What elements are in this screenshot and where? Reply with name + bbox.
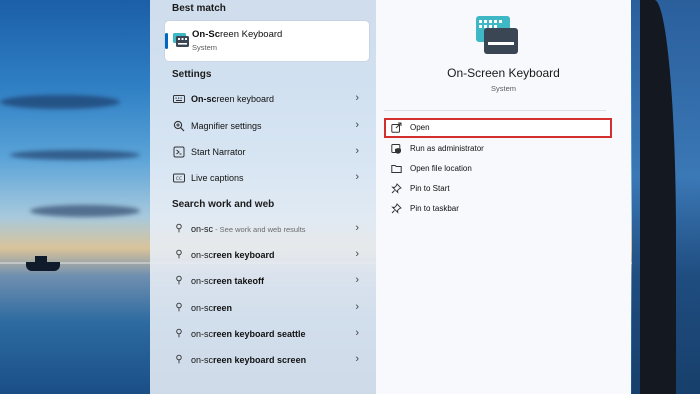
settings-item-label: Magnifier settings — [191, 121, 262, 131]
pin-to-start-action[interactable]: Pin to Start — [384, 179, 612, 199]
app-detail-type: System — [490, 84, 516, 93]
open-file-location-action[interactable]: Open file location — [384, 159, 612, 179]
chevron-right-icon: › — [355, 327, 359, 339]
run-as-administrator-action[interactable]: Run as administrator — [384, 139, 612, 159]
settings-item-narrator[interactable]: Start Narrator › — [165, 141, 369, 165]
settings-item-label: On-screen keyboard — [191, 94, 275, 104]
cloud — [10, 150, 140, 160]
settings-item-live-captions[interactable]: CC Live captions › — [165, 167, 369, 191]
web-result-item[interactable]: ⚲ on-screen keyboard screen › — [165, 349, 369, 373]
web-result-label: on-screen keyboard screen — [191, 355, 307, 365]
best-match-name: On-Screen Keyboard — [192, 29, 283, 40]
magnifier-icon — [173, 120, 185, 132]
cloud — [30, 205, 140, 217]
search-icon: ⚲ — [175, 302, 183, 313]
web-result-label: on-sc - See work and web results — [191, 224, 306, 234]
open-action[interactable]: Open — [384, 118, 612, 138]
web-result-label: on-screen keyboard seattle — [191, 329, 306, 339]
keyboard-icon — [173, 95, 185, 103]
chevron-right-icon: › — [355, 119, 359, 131]
pin-icon — [391, 183, 402, 194]
shield-admin-icon — [391, 144, 401, 154]
folder-icon — [391, 165, 402, 173]
open-file-location-label: Open file location — [410, 164, 472, 173]
web-result-label: on-screen keyboard — [191, 250, 275, 260]
chevron-right-icon: › — [355, 353, 359, 365]
search-icon: ⚲ — [175, 328, 183, 339]
chevron-right-icon: › — [355, 222, 359, 234]
best-match-heading: Best match — [172, 3, 226, 14]
web-result-item[interactable]: ⚲ on-sc - See work and web results › — [165, 218, 369, 242]
web-result-item[interactable]: ⚲ on-screen keyboard seattle › — [165, 323, 369, 347]
settings-item-magnifier[interactable]: Magnifier settings › — [165, 115, 369, 139]
on-screen-keyboard-icon — [173, 33, 189, 47]
web-result-label: on-screen — [191, 303, 233, 313]
chevron-right-icon: › — [355, 301, 359, 313]
web-result-label: on-screen takeoff — [191, 276, 265, 286]
selection-indicator — [165, 33, 168, 49]
best-match-type: System — [192, 43, 218, 52]
captions-icon: CC — [173, 173, 185, 183]
pin-icon — [391, 203, 402, 214]
search-icon: ⚲ — [175, 249, 183, 260]
open-action-label: Open — [410, 123, 430, 132]
run-as-administrator-label: Run as administrator — [410, 144, 484, 153]
cloud — [0, 95, 120, 109]
web-result-item[interactable]: ⚲ on-screen takeoff › — [165, 270, 369, 294]
boat-silhouette — [26, 256, 60, 271]
svg-text:CC: CC — [176, 176, 182, 182]
web-result-item[interactable]: ⚲ on-screen keyboard › — [165, 244, 369, 268]
divider — [384, 110, 606, 111]
chevron-right-icon: › — [355, 171, 359, 183]
chevron-right-icon: › — [355, 274, 359, 286]
best-match-result[interactable]: On-Screen Keyboard System — [165, 21, 369, 61]
search-icon: ⚲ — [175, 223, 183, 234]
settings-heading: Settings — [172, 69, 212, 80]
chevron-right-icon: › — [355, 145, 359, 157]
settings-item-label: Start Narrator — [191, 147, 246, 157]
chevron-right-icon: › — [355, 248, 359, 260]
on-screen-keyboard-icon — [476, 16, 518, 54]
pin-to-taskbar-action[interactable]: Pin to taskbar — [384, 199, 612, 219]
web-result-item[interactable]: ⚲ on-screen › — [165, 297, 369, 321]
search-icon: ⚲ — [175, 275, 183, 286]
settings-item-label: Live captions — [191, 173, 244, 183]
search-icon: ⚲ — [175, 354, 183, 365]
narrator-icon — [173, 146, 185, 158]
settings-item-on-screen-keyboard[interactable]: On-screen keyboard › — [165, 88, 369, 112]
chevron-right-icon: › — [355, 92, 359, 104]
pin-to-start-label: Pin to Start — [410, 184, 450, 193]
pin-to-taskbar-label: Pin to taskbar — [410, 204, 459, 213]
app-detail-title: On-Screen Keyboard — [447, 66, 560, 80]
open-external-icon — [391, 122, 402, 133]
web-search-heading: Search work and web — [172, 199, 275, 210]
